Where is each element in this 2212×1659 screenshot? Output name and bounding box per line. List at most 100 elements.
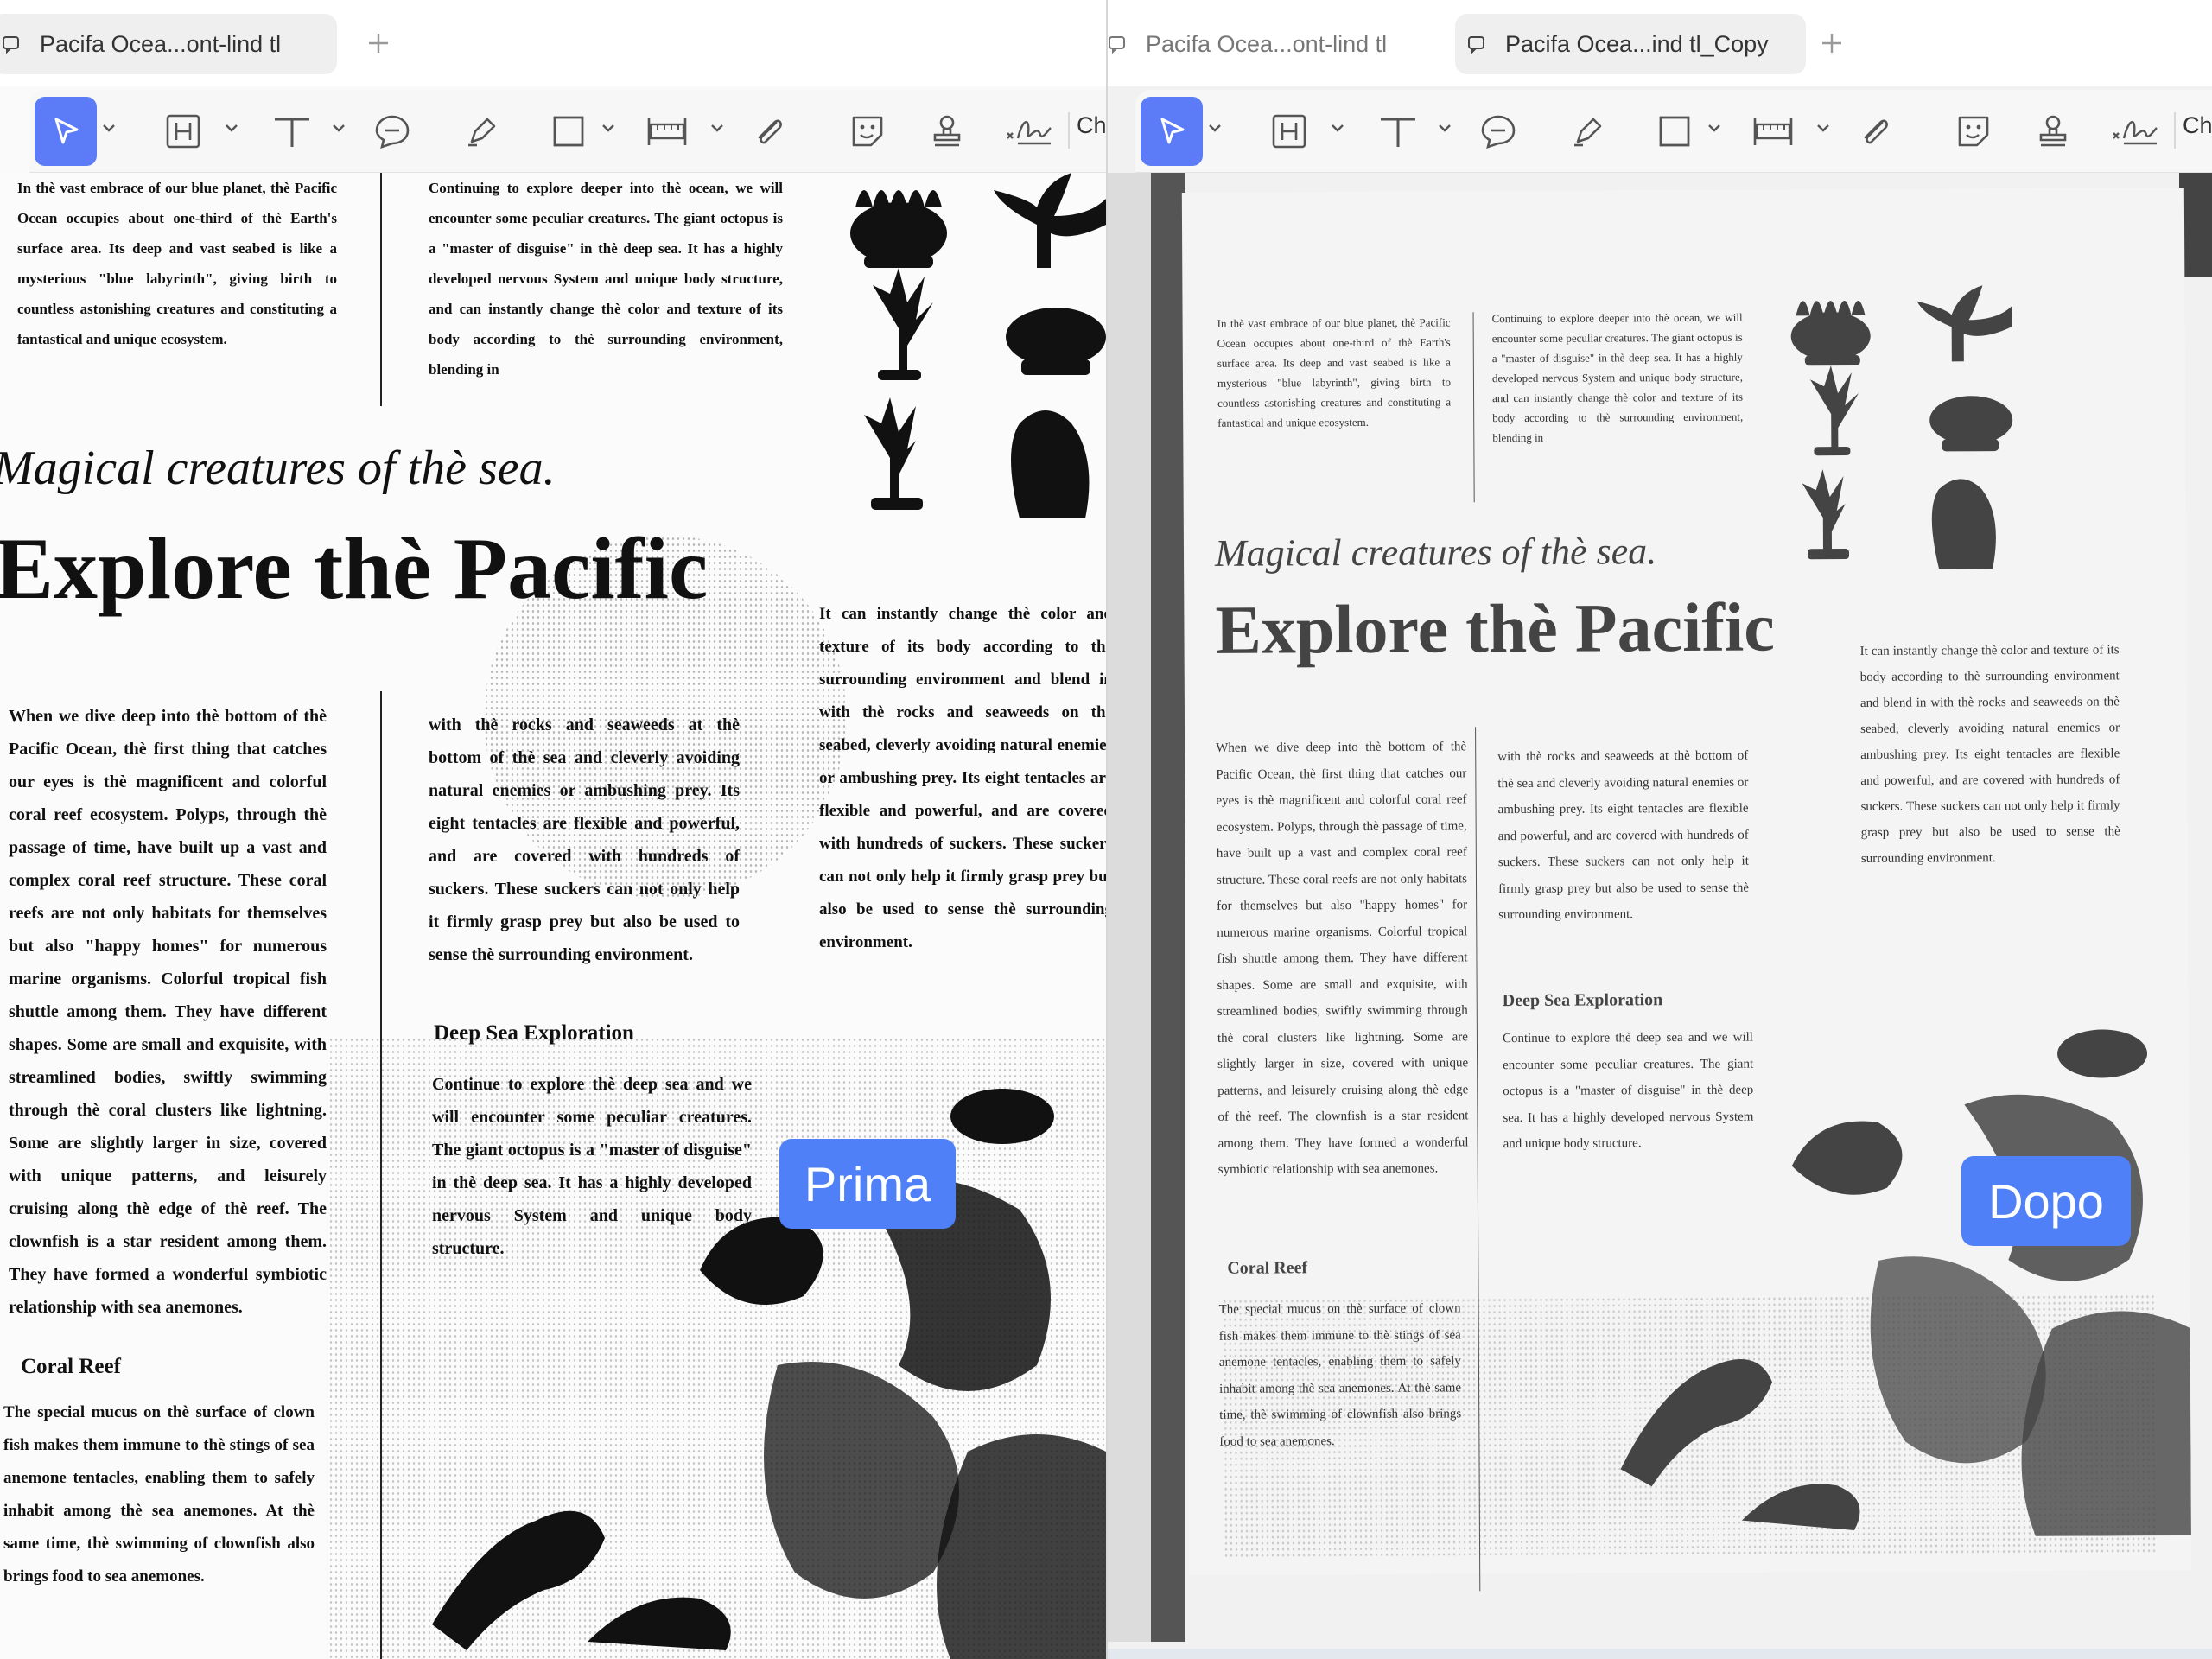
- document-title: Explore thè Pacific: [0, 520, 709, 618]
- ruler-icon: [1753, 118, 1793, 145]
- plus-icon: [1822, 34, 1841, 53]
- column3-paragraph: It can instantly change thè color and te…: [1859, 643, 2120, 866]
- tab-label: Pacifa Ocea...ont-lind tl: [40, 30, 282, 57]
- after-badge: Dopo: [1961, 1156, 2131, 1246]
- comment-bubble-icon: [1481, 115, 1516, 149]
- attachment-tool-button[interactable]: [1849, 97, 1901, 166]
- new-tab-button[interactable]: [1815, 24, 1849, 62]
- tab-document-copy[interactable]: Pacifa Ocea...ind tl_Copy: [1455, 14, 1806, 74]
- signature-tool-button[interactable]: [1001, 97, 1056, 166]
- paperclip-icon: [1864, 119, 1888, 144]
- chevron-down-icon[interactable]: [100, 119, 118, 137]
- right-toolbar: Chi: [1135, 90, 2212, 173]
- left-document-pane: Pacifa Ocea...ont-lind tl Ch In thè vast…: [0, 0, 1106, 1659]
- highlight-tool-button[interactable]: [1564, 97, 1612, 166]
- right-document-pane: Pacifa Ocea...ont-lind tl Pacifa Ocea...…: [1108, 0, 2212, 1659]
- highlighter-icon: [468, 118, 496, 147]
- column2-paragraph: with thè rocks and seaweeds at thè botto…: [1497, 748, 1750, 923]
- document-page: In thè vast embrace of our blue planet, …: [0, 173, 1106, 1659]
- heading-tool-button[interactable]: [161, 97, 206, 166]
- comment-bubble-icon: [375, 115, 410, 149]
- scan-margin: [1108, 173, 1151, 1642]
- new-tab-button[interactable]: [361, 24, 396, 62]
- stamp-icon: [2039, 115, 2067, 147]
- coral-reef-paragraph: The special mucus on thè surface of clow…: [1218, 1301, 1462, 1449]
- chevron-down-icon[interactable]: [1815, 119, 1832, 137]
- chevron-down-icon[interactable]: [709, 119, 726, 137]
- stamp-tool-button[interactable]: [2027, 97, 2079, 166]
- text-t-icon: [1381, 118, 1415, 147]
- right-tab-bar: Pacifa Ocea...ont-lind tl Pacifa Ocea...…: [1108, 0, 2212, 86]
- column-rule: [380, 691, 382, 1659]
- document-title: Explore thè Pacific: [1215, 589, 1775, 669]
- highlight-tool-button[interactable]: [458, 97, 506, 166]
- signature-tool-button[interactable]: [2107, 97, 2162, 166]
- column1-paragraph: When we dive deep into thè bottom of thè…: [1216, 740, 1469, 1177]
- column-rule: [1472, 312, 1475, 503]
- sticker-tool-button[interactable]: [1948, 97, 1999, 166]
- tab-label: Pacifa Ocea...ont-lind tl: [1146, 30, 1388, 57]
- rectangle-icon: [553, 116, 584, 147]
- chevron-down-icon[interactable]: [1706, 119, 1723, 137]
- comment-doc-icon: [1467, 31, 1493, 57]
- toolbar-separator: [2174, 112, 2176, 149]
- before-badge: Prima: [779, 1139, 956, 1229]
- comment-tool-button[interactable]: [368, 97, 416, 166]
- highlighter-icon: [1574, 118, 1602, 147]
- cursor-arrow-icon: [1160, 118, 1185, 144]
- chevron-down-icon[interactable]: [1206, 119, 1224, 137]
- comment-doc-icon: [2, 31, 28, 57]
- horizontal-scrollbar[interactable]: [1108, 1649, 2212, 1659]
- text-tool-button[interactable]: [268, 97, 316, 166]
- sticker-tool-button[interactable]: [842, 97, 893, 166]
- comment-tool-button[interactable]: [1474, 97, 1522, 166]
- ruler-icon: [647, 118, 687, 145]
- sticker-smile-icon: [1958, 116, 1989, 147]
- fish-coral-illustration: [1620, 1029, 2191, 1536]
- paperclip-icon: [758, 119, 782, 144]
- fish-coral-illustration: [432, 1089, 1106, 1659]
- intro-paragraph-1: In thè vast embrace of our blue planet, …: [17, 180, 337, 347]
- left-toolbar: Ch: [29, 90, 1106, 173]
- toolbar-overflow-label[interactable]: Chi: [2183, 112, 2212, 139]
- coral-illustrations: [850, 173, 1106, 518]
- heading-tool-button[interactable]: [1267, 97, 1312, 166]
- tab-label: Pacifa Ocea...ind tl_Copy: [1505, 30, 1769, 57]
- tab-document-original[interactable]: Pacifa Ocea...ont-lind tl: [1108, 14, 1443, 74]
- chevron-down-icon[interactable]: [1329, 119, 1346, 137]
- stamp-icon: [933, 115, 961, 147]
- chevron-down-icon[interactable]: [330, 119, 347, 137]
- column3-paragraph: It can instantly change thè color and te…: [819, 605, 1106, 951]
- document-page-copy: In thè vast embrace of our blue planet, …: [1181, 187, 2192, 1592]
- coral-illustrations: [1790, 285, 2013, 569]
- measure-tool-button[interactable]: [1745, 97, 1801, 166]
- coral-reef-heading: Coral Reef: [21, 1355, 121, 1378]
- intro-paragraph-2: Continuing to explore deeper into thè oc…: [429, 180, 783, 378]
- coral-reef-heading: Coral Reef: [1227, 1258, 1308, 1278]
- intro-paragraph-1: In thè vast embrace of our blue planet, …: [1217, 315, 1452, 429]
- scan-edge-left: [1151, 173, 1185, 1642]
- document-subtitle: Magical creatures of thè sea.: [0, 442, 556, 495]
- chevron-down-icon[interactable]: [600, 119, 617, 137]
- text-tool-button[interactable]: [1374, 97, 1422, 166]
- document-subtitle: Magical creatures of thè sea.: [1214, 530, 1657, 575]
- tab-document-original[interactable]: Pacifa Ocea...ont-lind tl: [0, 14, 337, 74]
- attachment-tool-button[interactable]: [743, 97, 795, 166]
- chevron-down-icon[interactable]: [223, 119, 240, 137]
- toolbar-overflow-label[interactable]: Ch: [1077, 112, 1106, 139]
- toolbar-separator: [1068, 112, 1070, 149]
- measure-tool-button[interactable]: [639, 97, 695, 166]
- intro-paragraph-2: Continuing to explore deeper into thè oc…: [1491, 310, 1744, 445]
- left-tab-bar: Pacifa Ocea...ont-lind tl: [0, 0, 1106, 86]
- shape-tool-button[interactable]: [544, 97, 593, 166]
- shape-tool-button[interactable]: [1650, 97, 1699, 166]
- chevron-down-icon[interactable]: [1436, 119, 1453, 137]
- select-tool-button[interactable]: [35, 97, 97, 166]
- select-tool-button[interactable]: [1141, 97, 1203, 166]
- sticker-smile-icon: [852, 116, 883, 147]
- stamp-tool-button[interactable]: [921, 97, 973, 166]
- column-rule: [380, 173, 382, 406]
- cursor-arrow-icon: [54, 118, 79, 144]
- heading-icon: [1272, 114, 1306, 149]
- comment-doc-icon: [1108, 31, 1134, 57]
